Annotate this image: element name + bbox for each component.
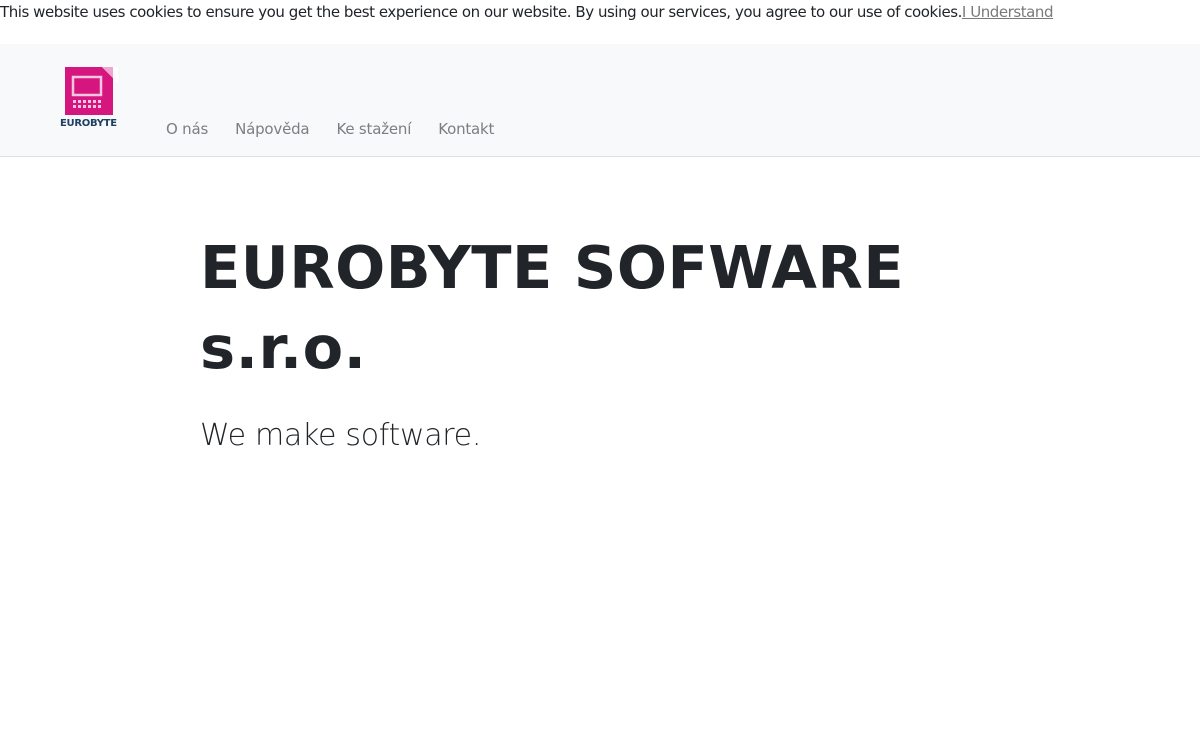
page-title: EUROBYTE SOFWARE s.r.o. [200,233,905,382]
navbar: EUROBYTE O nás Nápověda Ke stažení Konta… [0,44,1200,157]
cookie-message: This website uses cookies to ensure you … [0,3,962,21]
nav-item-napoveda[interactable]: Nápověda [235,118,310,140]
brand-logo[interactable]: EUROBYTE [60,67,120,131]
hero-section: EUROBYTE SOFWARE s.r.o. We make software… [200,228,960,456]
cookie-banner: This website uses cookies to ensure you … [0,0,1200,44]
nav-item-o-nas[interactable]: O nás [166,118,208,140]
main-nav: O nás Nápověda Ke stažení Kontakt [166,118,521,140]
nav-item-kontakt[interactable]: Kontakt [438,118,494,140]
nav-item-ke-stazeni[interactable]: Ke stažení [336,118,411,140]
brand-name: EUROBYTE [60,118,117,129]
eurobyte-logo-icon [65,67,118,115]
cookie-accept-link[interactable]: I Understand [962,3,1054,21]
hero-subtitle: We make software. [200,418,482,453]
